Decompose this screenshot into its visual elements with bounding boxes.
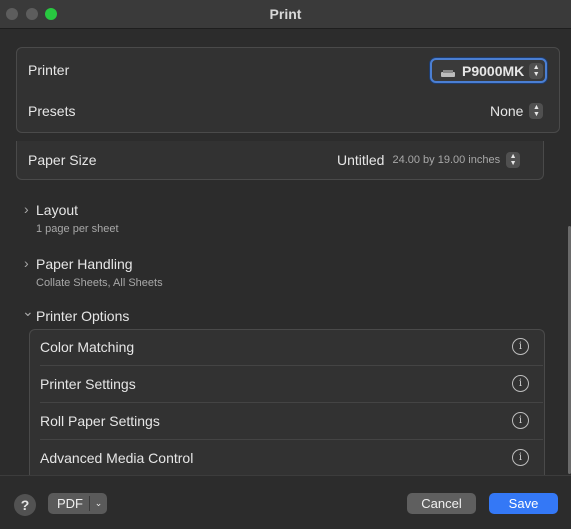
presets-label: Presets	[28, 103, 76, 119]
title-bar: Print	[0, 0, 571, 29]
paper-size-dimensions: 24.00 by 19.00 inches	[392, 154, 501, 166]
paper-size-label: Paper Size	[28, 152, 97, 168]
chevron-down-icon: ⌄	[94, 498, 103, 508]
option-label: Printer Settings	[40, 376, 136, 392]
paper-size-popup[interactable]: Untitled 24.00 by 19.00 inches ▲ ▼	[337, 152, 521, 168]
list-item[interactable]: Printer Settings i	[29, 366, 543, 403]
printer-value: P9000MK	[462, 62, 525, 79]
help-button[interactable]: ?	[14, 494, 36, 516]
paper-handling-section-title[interactable]: Paper Handling	[36, 256, 133, 272]
info-icon[interactable]: i	[512, 449, 529, 466]
pdf-menu-button[interactable]: PDF ⌄	[48, 493, 107, 514]
printer-options-section-title[interactable]: Printer Options	[36, 308, 129, 324]
info-icon[interactable]: i	[512, 412, 529, 429]
printer-popup[interactable]: P9000MK ▲ ▼	[430, 58, 547, 83]
window-title: Print	[269, 6, 302, 22]
pdf-label: PDF	[57, 496, 83, 511]
info-icon[interactable]: i	[512, 375, 529, 392]
popup-arrows-icon: ▲ ▼	[529, 62, 544, 79]
paper-size-value: Untitled	[337, 152, 385, 168]
printer-label: Printer	[28, 62, 70, 78]
chevron-right-icon[interactable]: ›	[24, 201, 29, 217]
option-label: Roll Paper Settings	[40, 413, 160, 429]
option-label: Color Matching	[40, 339, 135, 355]
save-button[interactable]: Save	[489, 493, 558, 514]
option-label: Advanced Media Control	[40, 450, 194, 466]
chevron-down-icon[interactable]: ⌄	[22, 303, 34, 320]
presets-value: None	[490, 103, 524, 119]
popup-arrows-icon: ▲ ▼	[506, 152, 521, 168]
popup-arrows-icon: ▲ ▼	[529, 103, 544, 119]
layout-section-title[interactable]: Layout	[36, 202, 78, 218]
printer-icon	[440, 66, 456, 77]
list-item[interactable]: Roll Paper Settings i	[29, 403, 543, 440]
paper-handling-section-summary: Collate Sheets, All Sheets	[36, 277, 163, 289]
list-item[interactable]: Color Matching i	[29, 329, 543, 366]
list-item[interactable]: Advanced Media Control i	[29, 440, 543, 477]
chevron-right-icon[interactable]: ›	[24, 255, 29, 271]
cancel-button[interactable]: Cancel	[407, 493, 476, 514]
layout-section-summary: 1 page per sheet	[36, 223, 119, 235]
presets-popup[interactable]: None ▲ ▼	[490, 103, 544, 119]
info-icon[interactable]: i	[512, 338, 529, 355]
